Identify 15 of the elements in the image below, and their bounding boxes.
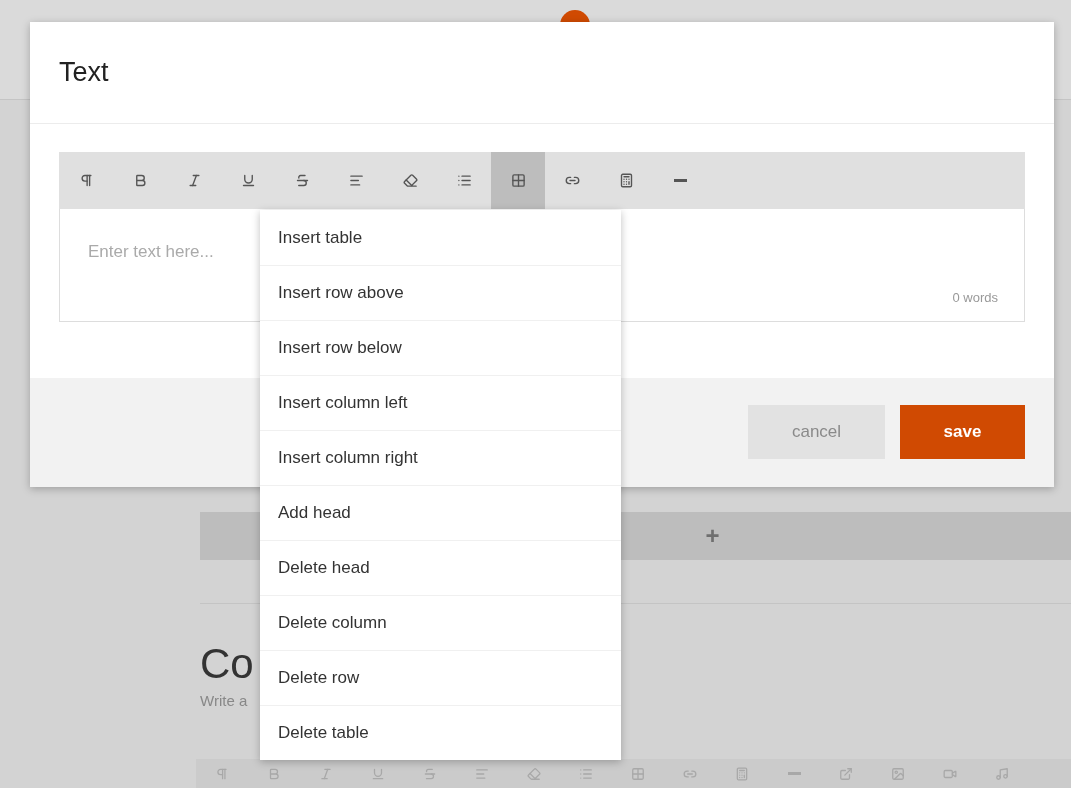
menu-item[interactable]: Delete row bbox=[260, 650, 621, 705]
section-heading: Co bbox=[200, 640, 254, 688]
section-description: Write a bbox=[200, 691, 248, 711]
word-count: 0 words bbox=[952, 288, 998, 307]
menu-item[interactable]: Delete column bbox=[260, 595, 621, 650]
menu-item[interactable]: Insert table bbox=[260, 210, 621, 265]
menu-item[interactable]: Insert column right bbox=[260, 430, 621, 485]
save-button[interactable]: save bbox=[900, 405, 1025, 459]
menu-item[interactable]: Add head bbox=[260, 485, 621, 540]
menu-item[interactable]: Delete head bbox=[260, 540, 621, 595]
menu-item[interactable]: Insert column left bbox=[260, 375, 621, 430]
menu-item[interactable]: Insert row above bbox=[260, 265, 621, 320]
dialog-title: Text bbox=[59, 56, 109, 90]
menu-item[interactable]: Insert row below bbox=[260, 320, 621, 375]
menu-item[interactable]: Delete table bbox=[260, 705, 621, 760]
